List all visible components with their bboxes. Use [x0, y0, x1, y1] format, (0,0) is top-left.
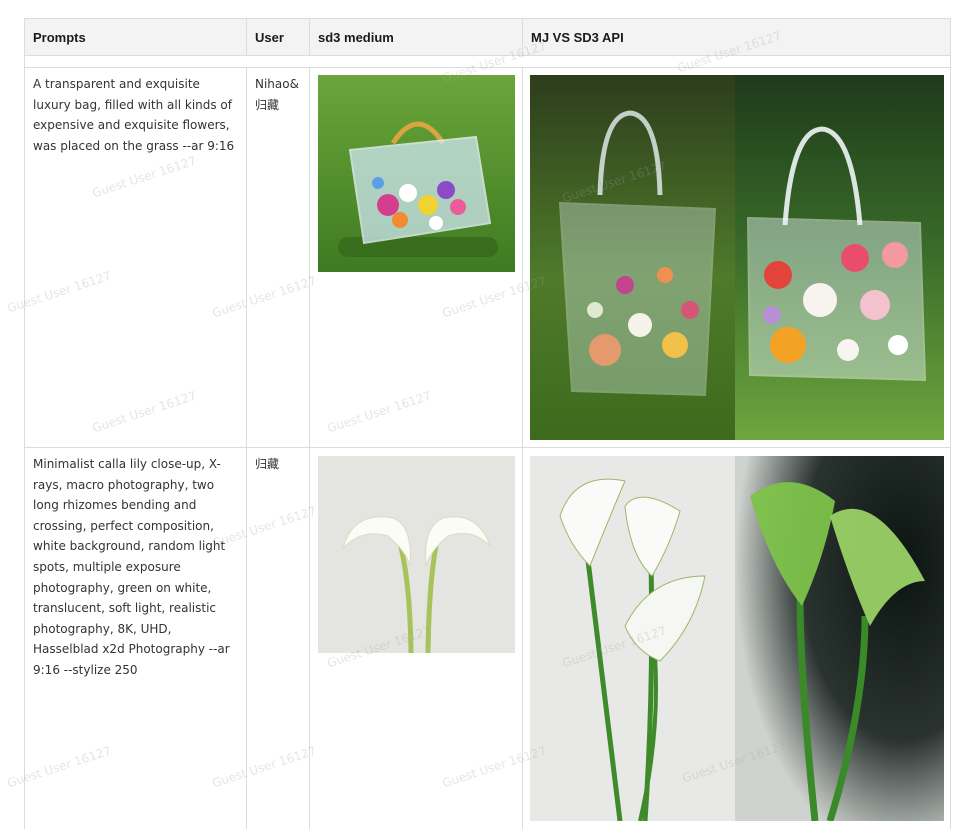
prompt-cell[interactable]: Minimalist calla lily close-up, X-rays, …	[25, 448, 247, 829]
mj-vs-sd3-bag-image[interactable]	[530, 75, 944, 440]
header-user: User	[247, 19, 310, 55]
sd3-bag-image[interactable]	[318, 75, 515, 272]
user-cell: Nihao&归藏	[247, 68, 310, 447]
user-cell: 归藏	[247, 448, 310, 829]
sd3-calla-lily-image[interactable]	[318, 456, 515, 653]
header-prompts: Prompts	[25, 19, 247, 55]
table-header-row: Prompts User sd3 medium MJ VS SD3 API	[25, 19, 950, 56]
table-spacer	[25, 56, 950, 68]
header-sd3-medium: sd3 medium	[310, 19, 523, 55]
mj-vs-sd3-calla-lily-image[interactable]	[530, 456, 944, 821]
prompt-cell[interactable]: A transparent and exquisite luxury bag, …	[25, 68, 247, 447]
header-mj-vs-sd3-api: MJ VS SD3 API	[531, 30, 624, 45]
